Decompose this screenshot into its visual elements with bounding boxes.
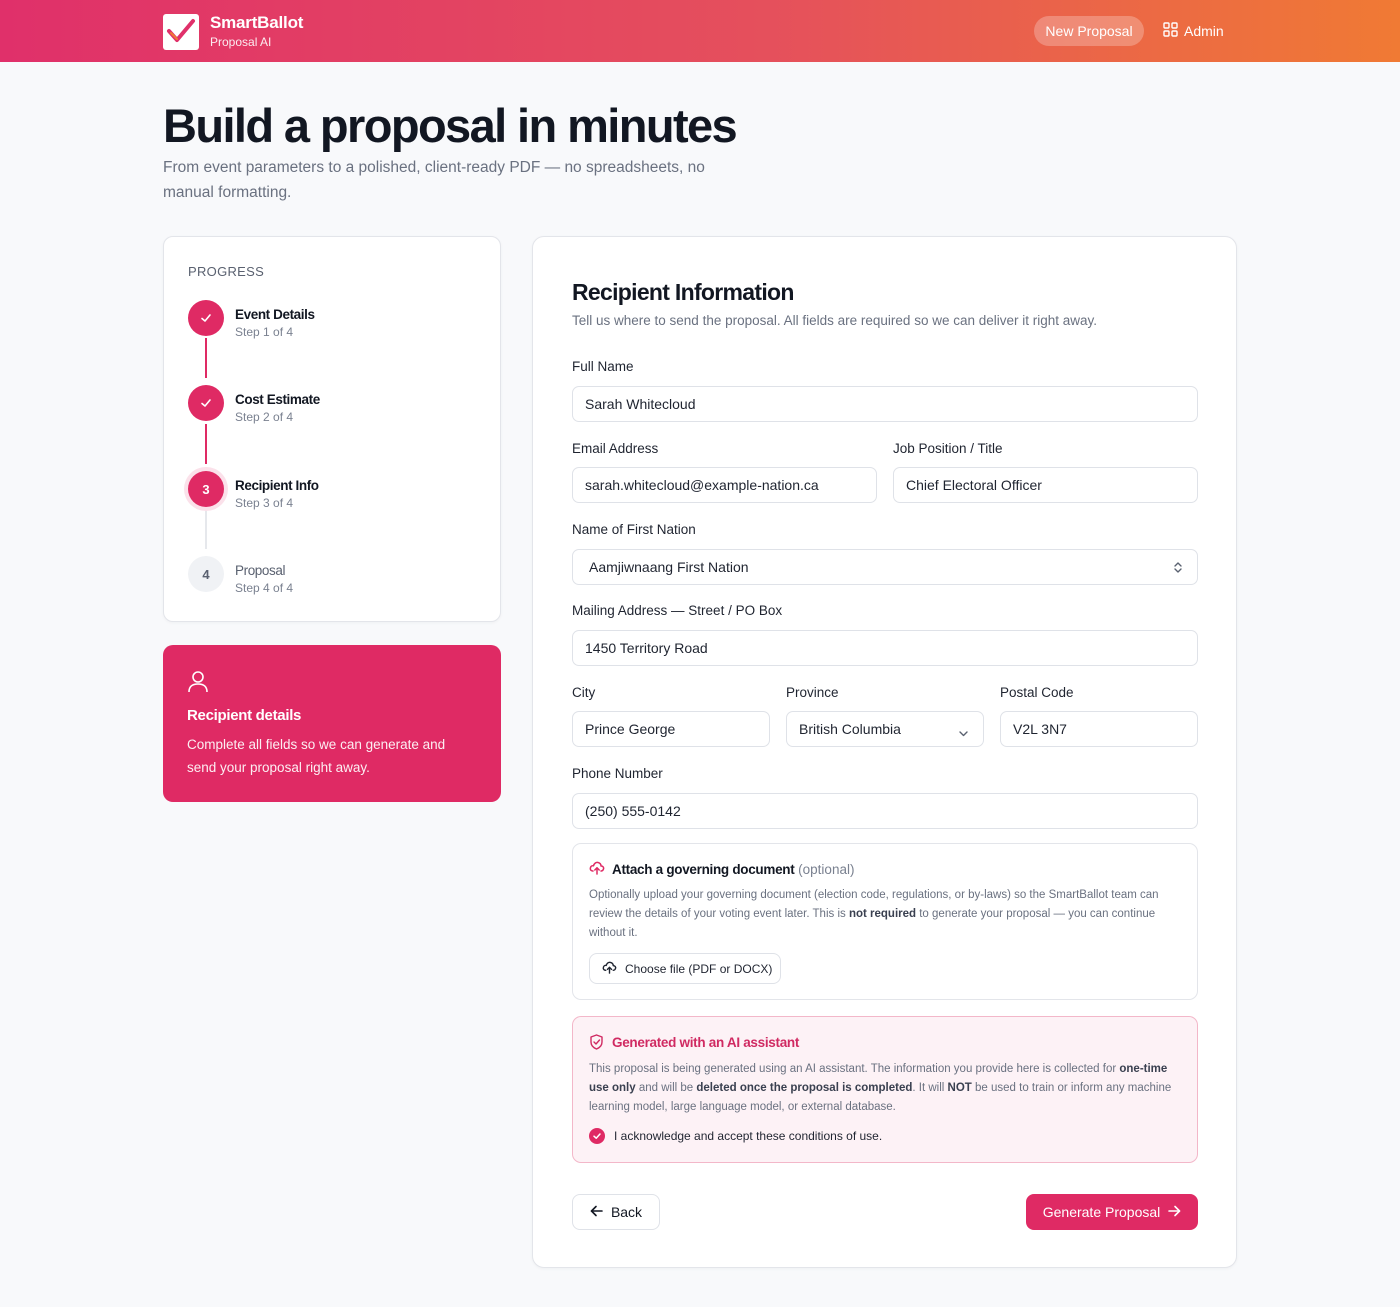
attach-document-box: Attach a governing document (optional) O…	[572, 843, 1198, 1000]
page-title: Build a proposal in minutes	[163, 99, 738, 152]
choose-file-button[interactable]: Choose file (PDF or DOCX)	[589, 953, 781, 984]
cloud-upload-icon	[589, 861, 605, 880]
postal-code-field[interactable]	[1000, 711, 1198, 747]
page-subtitle: From event parameters to a polished, cli…	[163, 159, 705, 201]
brand-subtitle: Proposal AI	[210, 35, 272, 49]
full-name-field[interactable]	[572, 386, 1198, 422]
job-title-field[interactable]	[893, 467, 1198, 503]
recipient-form-card: Recipient Information Tell us where to s…	[532, 236, 1237, 1268]
brand[interactable]: SmartBallot Proposal AI	[163, 13, 303, 50]
phone-label: Phone Number	[572, 766, 663, 781]
ai-notice-box: Generated with an AI assistant This prop…	[572, 1016, 1198, 1163]
step-meta: Step 4 of 4	[235, 581, 294, 595]
province-value: British Columbia	[799, 721, 901, 737]
chevron-up-down-icon	[1173, 561, 1183, 577]
job-title-input[interactable]	[906, 477, 1185, 493]
step-title: Cost Estimate	[235, 392, 320, 407]
admin-label: Admin	[1184, 23, 1224, 39]
step-meta: Step 1 of 4	[235, 325, 294, 339]
province-label: Province	[786, 685, 839, 700]
postal-code-label: Postal Code	[1000, 685, 1074, 700]
arrow-right-icon	[1168, 1204, 1181, 1220]
step-number: 3	[188, 471, 224, 507]
shield-check-icon	[589, 1034, 604, 1055]
choose-file-label: Choose file (PDF or DOCX)	[625, 961, 773, 976]
province-select[interactable]: British Columbia	[786, 711, 984, 747]
ai-text-part: . It will	[912, 1082, 948, 1094]
phone-input[interactable]	[585, 803, 1185, 819]
attach-title-text: Attach a governing document	[612, 862, 795, 877]
step-connector	[205, 509, 207, 549]
street-input[interactable]	[585, 640, 1185, 656]
city-input[interactable]	[585, 721, 757, 737]
acknowledge-checkbox[interactable]: I acknowledge and accept these condition…	[589, 1128, 882, 1144]
street-label: Mailing Address — Street / PO Box	[572, 603, 783, 618]
grid-icon	[1163, 22, 1178, 40]
step-number: 4	[188, 556, 224, 592]
step-title: Recipient Info	[235, 478, 319, 493]
full-name-label: Full Name	[572, 359, 634, 374]
ballot-check-logo-icon	[163, 13, 199, 50]
attach-title: Attach a governing document (optional)	[612, 862, 854, 877]
first-nation-value: Aamjiwnaang First Nation	[589, 559, 749, 575]
step-meta: Step 2 of 4	[235, 410, 294, 424]
step-event-details[interactable]: Event Details Step 1 of 4	[188, 300, 315, 340]
email-field[interactable]	[572, 467, 877, 503]
step-cost-estimate[interactable]: Cost Estimate Step 2 of 4	[188, 385, 320, 425]
step-connector	[205, 424, 207, 464]
step-proposal[interactable]: 4 Proposal Step 4 of 4	[188, 556, 293, 596]
form-title: Recipient Information	[572, 279, 794, 305]
recipient-details-card: Recipient details Complete all fields so…	[163, 645, 501, 802]
acknowledge-label: I acknowledge and accept these condition…	[614, 1129, 883, 1143]
email-label: Email Address	[572, 441, 659, 456]
step-title: Event Details	[235, 307, 315, 322]
street-field[interactable]	[572, 630, 1198, 666]
checkmark-icon[interactable]	[589, 1128, 605, 1144]
email-input[interactable]	[585, 477, 864, 493]
ai-text-part: and will be	[635, 1082, 697, 1094]
cloud-upload-icon	[602, 961, 617, 977]
ai-text-bold: deleted once the proposal is completed	[696, 1082, 913, 1094]
first-nation-select[interactable]: Aamjiwnaang First Nation	[572, 549, 1198, 585]
new-proposal-button[interactable]: New Proposal	[1034, 16, 1144, 46]
first-nation-label: Name of First Nation	[572, 522, 696, 537]
top-bar: SmartBallot Proposal AI New Proposal Adm…	[0, 0, 1400, 62]
generate-label: Generate Proposal	[1042, 1204, 1161, 1220]
back-label: Back	[610, 1204, 643, 1220]
info-card-title: Recipient details	[187, 707, 302, 724]
admin-link[interactable]: Admin	[1163, 16, 1224, 46]
full-name-input[interactable]	[585, 396, 1185, 412]
back-button[interactable]: Back	[572, 1194, 660, 1230]
brand-name: SmartBallot	[210, 13, 304, 32]
ai-text-part: This proposal is being generated using a…	[589, 1063, 1120, 1075]
attach-optional-text: (optional)	[794, 862, 855, 877]
progress-label: PROGRESS	[188, 264, 265, 279]
city-field[interactable]	[572, 711, 770, 747]
city-label: City	[572, 685, 596, 700]
attach-desc-bold: not required	[848, 908, 917, 920]
job-title-label: Job Position / Title	[893, 441, 1003, 456]
ai-notice-text: This proposal is being generated using a…	[589, 1060, 1179, 1117]
user-icon	[187, 670, 209, 699]
form-subtitle: Tell us where to send the proposal. All …	[572, 313, 1098, 328]
generate-proposal-button[interactable]: Generate Proposal	[1026, 1194, 1198, 1230]
progress-card: PROGRESS Event Details Step 1 of 4 Cost …	[163, 236, 501, 622]
check-icon	[188, 300, 224, 336]
step-title: Proposal	[235, 563, 286, 578]
chevron-down-icon	[958, 725, 969, 741]
phone-field[interactable]	[572, 793, 1198, 829]
attach-description: Optionally upload your governing documen…	[589, 886, 1185, 943]
step-connector	[205, 338, 207, 378]
check-icon	[188, 385, 224, 421]
ai-text-bold: NOT	[947, 1082, 972, 1094]
step-recipient-info[interactable]: 3 Recipient Info Step 3 of 4	[188, 471, 319, 511]
arrow-left-icon	[590, 1204, 603, 1220]
step-meta: Step 3 of 4	[235, 496, 294, 510]
postal-code-input[interactable]	[1013, 721, 1185, 737]
ai-notice-title: Generated with an AI assistant	[612, 1035, 800, 1050]
info-card-text: Complete all fields so we can generate a…	[187, 737, 446, 775]
